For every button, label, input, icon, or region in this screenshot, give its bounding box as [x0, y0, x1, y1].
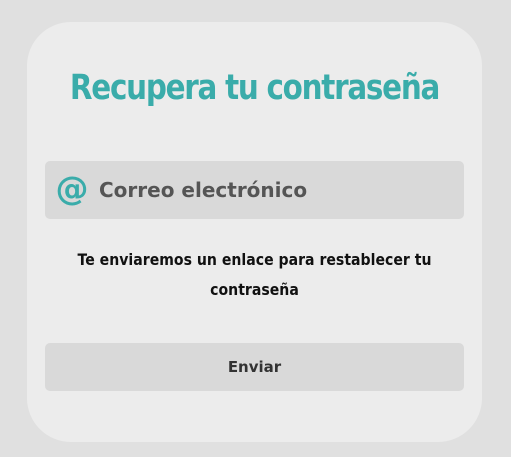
email-input[interactable]: [99, 173, 449, 207]
info-text: Te enviaremos un enlace para restablecer…: [77, 250, 432, 299]
email-field[interactable]: @: [45, 161, 464, 219]
submit-button[interactable]: Enviar: [45, 343, 464, 391]
page-title: Recupera tu contraseña: [69, 68, 440, 108]
at-icon: @: [55, 169, 89, 208]
recovery-card: Recupera tu contraseña @ Te enviaremos u…: [27, 22, 482, 442]
